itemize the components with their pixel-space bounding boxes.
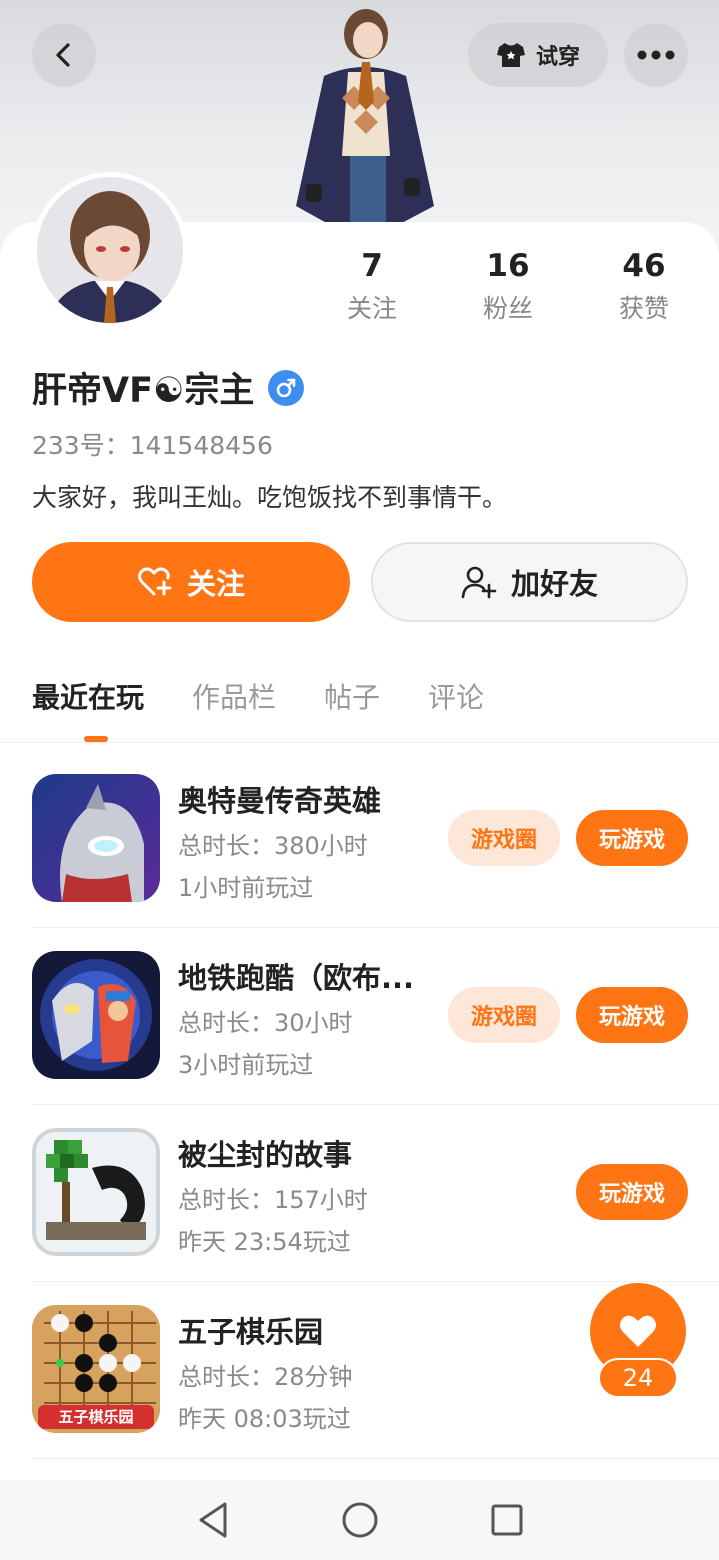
- game-last-played: 昨天 23:54玩过: [178, 1228, 351, 1256]
- stat-fans-label: 粉丝: [482, 294, 533, 323]
- username: 肝帝VF☯宗主: [32, 371, 255, 411]
- game-playtime: 总时长：28分钟: [178, 1363, 353, 1391]
- chevron-left-icon: [56, 43, 70, 67]
- try-on-label: 试穿: [535, 45, 580, 70]
- tab-posts[interactable]: 帖子: [324, 678, 380, 718]
- stat-likes-count: 46: [622, 248, 666, 284]
- play-game-button[interactable]: 玩游戏: [576, 810, 688, 866]
- play-game-button[interactable]: 玩游戏: [576, 1164, 688, 1220]
- more-options-button[interactable]: [624, 23, 688, 87]
- nav-back-icon[interactable]: [195, 1500, 231, 1540]
- user-bio: 大家好，我叫王灿。吃饱饭找不到事情干。: [32, 483, 508, 512]
- list-item[interactable]: 地铁跑酷（欧布... 总时长：30小时 3小时前玩过 游戏圈 玩游戏: [0, 951, 719, 1127]
- row-divider: [32, 1104, 719, 1105]
- game-icon-dusty-story: [32, 1128, 160, 1256]
- try-on-button[interactable]: 试穿: [468, 23, 608, 87]
- game-title: 奥特曼传奇英雄: [178, 784, 382, 818]
- stat-likes-label: 获赞: [618, 294, 669, 323]
- follow-label: 关注: [186, 567, 245, 601]
- stat-fans[interactable]: 16 粉丝: [453, 246, 563, 325]
- heart-icon: [620, 1315, 656, 1347]
- more-dots-icon: [637, 50, 675, 60]
- avatar-3d-figure: [296, 9, 434, 226]
- male-gender-icon: [268, 369, 305, 406]
- user-id: 233号：141548456: [32, 431, 273, 460]
- stat-likes[interactable]: 46 获赞: [589, 246, 699, 325]
- game-icon-gomoku: 五子棋乐园: [32, 1305, 160, 1433]
- add-friend-label: 加好友: [510, 567, 598, 601]
- game-playtime: 总时长：380小时: [178, 832, 368, 860]
- game-title: 地铁跑酷（欧布...: [178, 961, 415, 995]
- add-person-icon: [461, 566, 497, 599]
- game-icon-subway-runner: [32, 951, 160, 1079]
- game-playtime: 总时长：157小时: [178, 1186, 368, 1214]
- add-friend-button[interactable]: 加好友: [371, 542, 688, 622]
- nav-recents-icon[interactable]: [490, 1503, 524, 1537]
- game-playtime: 总时长：30小时: [178, 1009, 353, 1037]
- like-count-badge: 24: [598, 1358, 678, 1398]
- game-title: 五子棋乐园: [178, 1315, 324, 1349]
- stat-fans-count: 16: [486, 248, 530, 284]
- system-nav-bar: [0, 1480, 719, 1560]
- avatar[interactable]: [32, 172, 188, 328]
- game-last-played: 3小时前玩过: [178, 1051, 314, 1079]
- nav-home-icon[interactable]: [341, 1501, 379, 1539]
- profile-tabs: 最近在玩 作品栏 帖子 评论: [32, 678, 532, 718]
- tab-recently-played[interactable]: 最近在玩: [32, 678, 144, 718]
- back-button[interactable]: [32, 23, 96, 87]
- game-title: 被尘封的故事: [178, 1138, 353, 1172]
- game-icon-ultraman: [32, 774, 160, 902]
- stat-following-label: 关注: [346, 294, 397, 323]
- tabs-divider: [0, 742, 719, 743]
- tab-works[interactable]: 作品栏: [192, 678, 276, 718]
- follow-button[interactable]: 关注: [32, 542, 350, 622]
- profile-page: 试穿 7 关注 16 粉丝 46 获赞 肝帝VF☯宗主 233号：1415484…: [0, 0, 719, 1560]
- row-divider: [32, 1458, 719, 1459]
- name-row: 肝帝VF☯宗主: [32, 362, 305, 413]
- row-divider: [32, 1281, 719, 1282]
- tab-comments[interactable]: 评论: [428, 678, 484, 718]
- avatar-portrait: [37, 177, 183, 323]
- game-last-played: 昨天 08:03玩过: [178, 1405, 351, 1433]
- stat-following[interactable]: 7 关注: [317, 246, 427, 325]
- game-circle-button[interactable]: 游戏圈: [448, 810, 560, 866]
- game-circle-button[interactable]: 游戏圈: [448, 987, 560, 1043]
- row-divider: [32, 927, 719, 928]
- heart-plus-icon: [137, 567, 172, 596]
- list-item[interactable]: 被尘封的故事 总时长：157小时 昨天 23:54玩过 玩游戏: [0, 1128, 719, 1304]
- game-last-played: 1小时前玩过: [178, 874, 314, 902]
- tshirt-icon: [496, 43, 525, 67]
- game-icon-caption: 五子棋乐园: [58, 1408, 134, 1426]
- list-item[interactable]: 奥特曼传奇英雄 总时长：380小时 1小时前玩过 游戏圈 玩游戏: [0, 774, 719, 950]
- stat-following-count: 7: [361, 248, 383, 284]
- play-game-button[interactable]: 玩游戏: [576, 987, 688, 1043]
